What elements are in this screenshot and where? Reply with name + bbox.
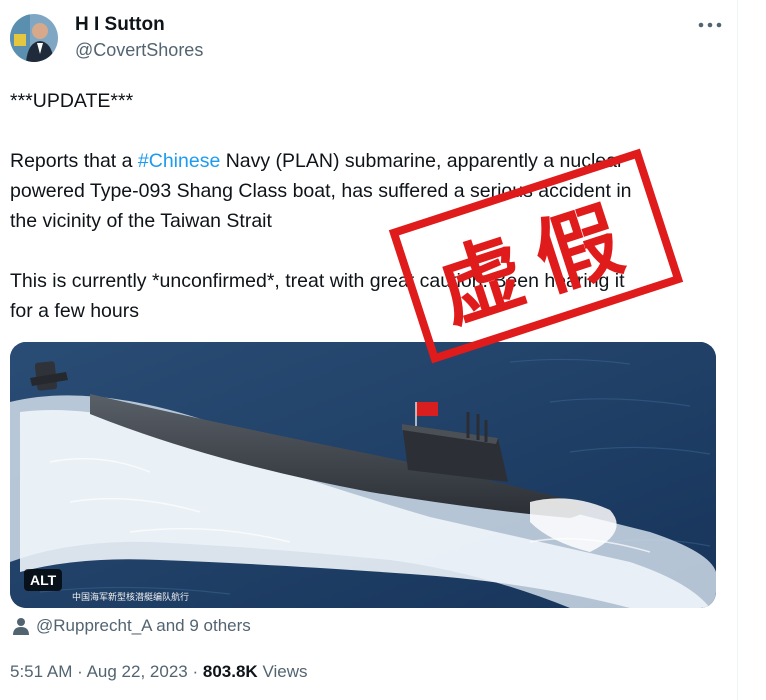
hashtag-link[interactable]: #Chinese <box>138 150 220 172</box>
avatar[interactable] <box>10 14 58 62</box>
tweet-metadata: 5:51 AM · Aug 22, 2023 · 803.8K Views <box>10 662 307 682</box>
tweet-text-line: This is currently *unconfirmed*, treat w… <box>10 270 625 292</box>
tweet-text-line: the vicinity of the Taiwan Strait <box>10 210 272 232</box>
tweet-date[interactable]: Aug 22, 2023 <box>87 662 188 681</box>
tweet-text-line: powered Type-093 Shang Class boat, has s… <box>10 180 632 202</box>
more-icon[interactable] <box>695 14 725 36</box>
separator: · <box>77 662 83 681</box>
alt-badge[interactable]: ALT <box>24 569 63 591</box>
tweet-photo[interactable] <box>10 342 716 608</box>
tagged-users[interactable]: @Rupprecht_A and 9 others <box>12 616 251 636</box>
separator: · <box>192 662 199 681</box>
tweet-text-update: ***UPDATE*** <box>10 90 134 112</box>
views-label: Views <box>262 662 308 681</box>
tweet-text-line: for a few hours <box>10 300 139 322</box>
tweet-text-line: Reports that a #Chinese Navy (PLAN) subm… <box>10 146 623 176</box>
timeline-divider <box>737 0 738 700</box>
author-handle[interactable]: @CovertShores <box>75 40 203 61</box>
author-name[interactable]: H I Sutton <box>75 14 165 36</box>
tweet-text-segment: Reports that a <box>10 150 138 172</box>
tweet-text-segment: Navy (PLAN) submarine, apparently a nucl… <box>220 150 624 172</box>
photo-caption-watermark: 中国海军新型核潜艇编队航行 <box>72 593 190 603</box>
tweet-time[interactable]: 5:51 AM <box>10 662 72 681</box>
person-icon <box>13 618 29 635</box>
tagged-users-label: @Rupprecht_A and 9 others <box>36 616 251 635</box>
views-count: 803.8K <box>202 662 258 681</box>
